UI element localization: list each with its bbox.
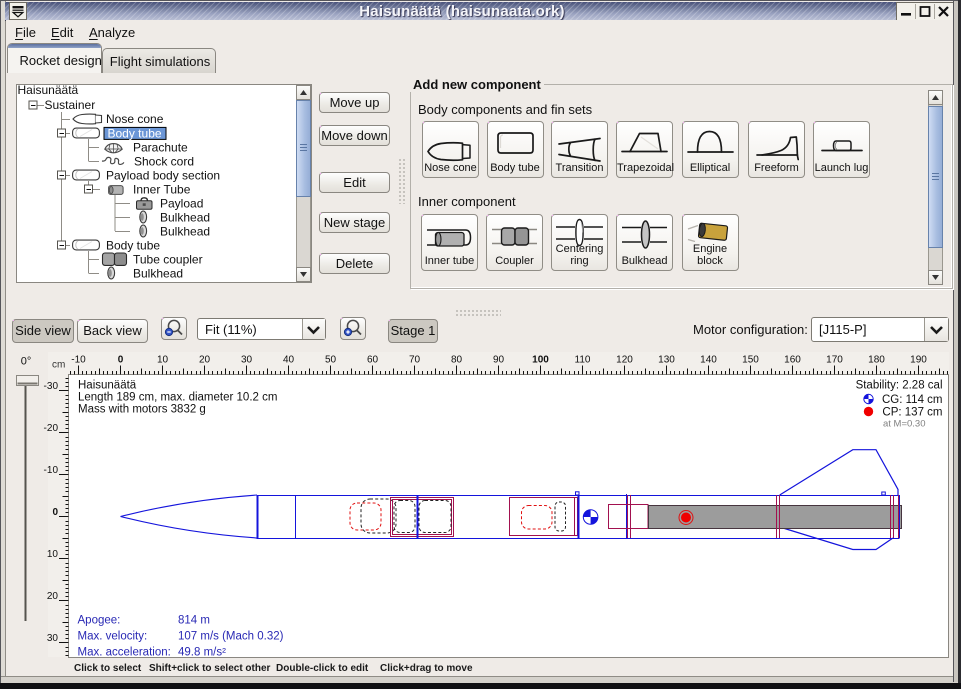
svg-text:Max. acceleration:: Max. acceleration: [78,647,171,659]
svg-text:Shock cord: Shock cord [134,155,194,169]
svg-text:50: 50 [325,355,337,366]
svg-text:Bulkhead: Bulkhead [133,267,183,281]
svg-text:60: 60 [367,355,379,366]
svg-text:90: 90 [493,355,505,366]
svg-text:Nose cone: Nose cone [106,112,164,126]
svg-text:Stability: 2.28 cal: Stability: 2.28 cal [856,380,943,392]
svg-text:Max. velocity:: Max. velocity: [78,631,148,643]
svg-text:Payload body section: Payload body section [106,169,220,183]
svg-text:814 m: 814 m [178,615,210,627]
svg-text:cm: cm [52,360,65,371]
svg-text:180: 180 [868,355,885,366]
svg-text:Body tube: Body tube [106,239,160,253]
svg-text:Tube coupler: Tube coupler [133,253,203,267]
svg-text:CP: 137 cm: CP: 137 cm [882,407,942,419]
svg-text:40: 40 [283,355,295,366]
svg-text:150: 150 [742,355,759,366]
svg-text:Inner Tube: Inner Tube [133,183,191,197]
svg-text:Mass with motors 3832 g: Mass with motors 3832 g [78,404,206,416]
svg-text:30: 30 [241,355,253,366]
svg-text:at M=0.30: at M=0.30 [883,419,926,430]
svg-text:Length 189 cm, max. diameter 1: Length 189 cm, max. diameter 10.2 cm [78,392,277,404]
svg-text:Body tube: Body tube [108,127,162,141]
svg-text:70: 70 [409,355,421,366]
svg-text:Bulkhead: Bulkhead [160,225,210,239]
svg-text:CG: 114 cm: CG: 114 cm [882,394,943,406]
svg-text:Parachute: Parachute [133,141,188,155]
svg-text:170: 170 [826,355,843,366]
svg-text:10: 10 [157,355,169,366]
svg-text:160: 160 [784,355,801,366]
svg-text:-30: -30 [44,381,59,392]
svg-text:Sustainer: Sustainer [45,98,96,112]
svg-text:10: 10 [47,549,59,560]
svg-text:49.8 m/s²: 49.8 m/s² [178,647,226,659]
svg-text:0°: 0° [21,356,32,368]
svg-text:Payload: Payload [160,197,203,211]
svg-text:110: 110 [575,355,591,366]
svg-text:-10: -10 [71,355,86,366]
svg-text:190: 190 [910,355,927,366]
svg-text:Haisunäätä: Haisunäätä [78,380,137,392]
svg-text:Haisunäätä: Haisunäätä [18,84,79,97]
svg-text:80: 80 [451,355,463,366]
svg-text:20: 20 [199,355,211,366]
svg-text:0: 0 [118,355,124,366]
svg-text:100: 100 [532,355,549,366]
svg-text:130: 130 [658,355,675,366]
svg-text:107 m/s (Mach 0.32): 107 m/s (Mach 0.32) [178,631,284,643]
svg-text:140: 140 [700,355,717,366]
svg-text:Apogee:: Apogee: [78,615,121,627]
svg-text:-20: -20 [44,423,59,434]
svg-text:-10: -10 [44,465,59,476]
svg-text:120: 120 [616,355,633,366]
svg-text:Bulkhead: Bulkhead [160,211,210,225]
svg-text:0: 0 [52,507,58,518]
svg-text:30: 30 [47,633,59,644]
svg-text:20: 20 [47,591,59,602]
